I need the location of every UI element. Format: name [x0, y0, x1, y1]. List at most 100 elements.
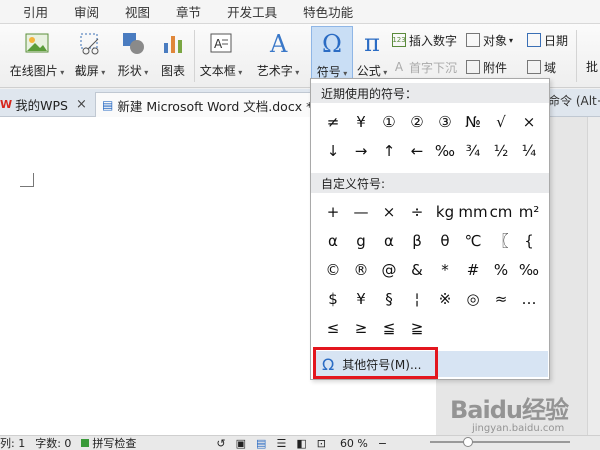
history-icon[interactable]: ↺ — [216, 437, 225, 450]
wordart-button[interactable]: A 艺术字 — [252, 26, 304, 84]
custom-symbol-cell[interactable]: … — [515, 284, 543, 313]
shapes-icon — [120, 30, 146, 56]
custom-symbol-cell[interactable]: β — [403, 226, 431, 255]
menu-features[interactable]: 特色功能 — [290, 2, 366, 21]
recent-symbol-cell[interactable]: → — [347, 136, 375, 165]
formula-button[interactable]: π 公式 — [356, 26, 388, 84]
date-button[interactable]: 日期 — [527, 30, 568, 50]
zoom-slider-track[interactable] — [430, 441, 570, 443]
menu-section[interactable]: 章节 — [163, 2, 214, 21]
outline-view-icon[interactable]: ☰ — [276, 437, 286, 450]
field-icon — [527, 60, 541, 74]
tab-document[interactable]: ▤ 新建 Microsoft Word 文档.docx * × — [95, 92, 339, 117]
custom-symbol-cell[interactable]: ® — [347, 255, 375, 284]
omega-icon: Ω — [322, 30, 342, 58]
custom-symbol-cell[interactable]: ÷ — [403, 197, 431, 226]
close-icon[interactable]: × — [76, 97, 87, 112]
recent-symbol-cell[interactable]: ↑ — [375, 136, 403, 165]
ribbon-separator — [576, 30, 577, 82]
read-mode-icon[interactable]: ⊡ — [317, 437, 326, 450]
custom-symbol-cell[interactable]: m² — [515, 197, 543, 226]
recent-symbol-cell[interactable]: ① — [375, 107, 403, 136]
online-picture-button[interactable]: 在线图片 — [10, 26, 64, 84]
zoom-level[interactable]: 60 % — [340, 437, 368, 450]
custom-symbols-header: 自定义符号: — [311, 173, 549, 193]
custom-symbol-cell[interactable]: @ — [375, 255, 403, 284]
shapes-button[interactable]: 形状 — [113, 26, 153, 84]
menu-developer[interactable]: 开发工具 — [214, 2, 290, 21]
symbol-button[interactable]: Ω 符号 — [311, 26, 353, 84]
recent-symbol-cell[interactable]: × — [515, 107, 543, 136]
recent-symbol-cell[interactable]: ③ — [431, 107, 459, 136]
recent-symbol-cell[interactable]: ¥ — [347, 107, 375, 136]
custom-symbol-cell[interactable]: 〖 — [487, 226, 515, 255]
custom-symbol-cell[interactable]: # — [459, 255, 487, 284]
scissors-icon — [77, 30, 103, 56]
ribbon-separator — [194, 30, 195, 82]
recent-symbol-cell[interactable]: ← — [403, 136, 431, 165]
recent-symbol-cell[interactable]: ¼ — [515, 136, 543, 165]
custom-symbol-cell[interactable]: g — [347, 226, 375, 255]
custom-symbol-cell[interactable]: ¦ — [403, 284, 431, 313]
field-button[interactable]: 域 — [527, 57, 556, 77]
custom-symbol-cell[interactable]: kg — [431, 197, 459, 226]
insert-number-button[interactable]: 123 插入数字 — [392, 30, 457, 50]
menu-view[interactable]: 视图 — [112, 2, 163, 21]
vertical-scrollbar[interactable] — [587, 117, 600, 435]
attachment-icon — [466, 60, 480, 74]
menu-reference[interactable]: 引用 — [10, 2, 61, 21]
custom-symbol-cell[interactable]: × — [375, 197, 403, 226]
object-button[interactable]: 对象 ▾ — [466, 30, 513, 50]
recent-symbol-cell[interactable]: √ — [487, 107, 515, 136]
custom-symbol-cell[interactable]: θ — [431, 226, 459, 255]
recent-symbol-cell[interactable]: ② — [403, 107, 431, 136]
custom-symbol-cell[interactable]: % — [487, 255, 515, 284]
custom-symbol-cell[interactable]: $ — [319, 284, 347, 313]
custom-symbol-cell[interactable]: ‰ — [515, 255, 543, 284]
custom-symbol-cell[interactable]: { — [515, 226, 543, 255]
chart-icon — [160, 30, 186, 56]
custom-symbol-cell[interactable]: + — [319, 197, 347, 226]
custom-symbol-cell[interactable]: ◎ — [459, 284, 487, 313]
page-view-icon[interactable]: ▤ — [256, 437, 266, 450]
custom-symbol-cell[interactable]: & — [403, 255, 431, 284]
zoom-slider-knob[interactable] — [463, 437, 473, 447]
fullscreen-icon[interactable]: ▣ — [236, 437, 246, 450]
recent-symbol-cell[interactable]: ≠ — [319, 107, 347, 136]
custom-symbol-cell[interactable]: © — [319, 255, 347, 284]
screenshot-button[interactable]: 截屏 — [70, 26, 110, 84]
spell-check-toggle[interactable]: 拼写检查 — [81, 436, 146, 450]
chart-button[interactable]: 图表 — [156, 26, 190, 84]
custom-symbol-cell[interactable]: — — [347, 197, 375, 226]
custom-symbol-cell[interactable]: α — [319, 226, 347, 255]
page-margin-mark — [20, 173, 34, 187]
custom-symbol-cell[interactable]: ≧ — [403, 313, 431, 342]
textbox-button[interactable]: A 文本框 — [198, 26, 244, 84]
web-view-icon[interactable]: ◧ — [296, 437, 306, 450]
custom-symbol-cell[interactable]: ℃ — [459, 226, 487, 255]
document-icon: ▤ — [102, 98, 114, 112]
custom-symbol-cell[interactable]: mm — [458, 197, 487, 226]
dropcap-button[interactable]: A 首字下沉 — [392, 57, 457, 77]
custom-symbol-cell[interactable]: ≤ — [319, 313, 347, 342]
custom-symbol-cell[interactable]: ≥ — [347, 313, 375, 342]
batch-button-cut[interactable]: 批 — [586, 58, 598, 75]
custom-symbol-cell[interactable]: * — [431, 255, 459, 284]
textbox-icon: A — [208, 30, 234, 56]
custom-symbol-cell[interactable]: ¥ — [347, 284, 375, 313]
custom-symbol-cell[interactable]: ※ — [431, 284, 459, 313]
recent-symbol-cell[interactable]: ¾ — [459, 136, 487, 165]
custom-symbol-cell[interactable]: ≦ — [375, 313, 403, 342]
recent-symbol-cell[interactable]: ↓ — [319, 136, 347, 165]
custom-symbol-cell[interactable]: ≈ — [487, 284, 515, 313]
recent-symbol-cell[interactable]: ‰ — [431, 136, 459, 165]
recent-symbol-cell[interactable]: ½ — [487, 136, 515, 165]
zoom-out-icon[interactable]: − — [378, 437, 387, 450]
custom-symbol-cell[interactable]: α — [375, 226, 403, 255]
menu-review[interactable]: 审阅 — [61, 2, 112, 21]
attachment-button[interactable]: 附件 — [466, 57, 507, 77]
custom-symbol-cell[interactable]: § — [375, 284, 403, 313]
tab-my-wps[interactable]: W 我的WPS × — [0, 92, 87, 117]
custom-symbol-cell[interactable]: cm — [487, 197, 515, 226]
recent-symbol-cell[interactable]: № — [459, 107, 487, 136]
